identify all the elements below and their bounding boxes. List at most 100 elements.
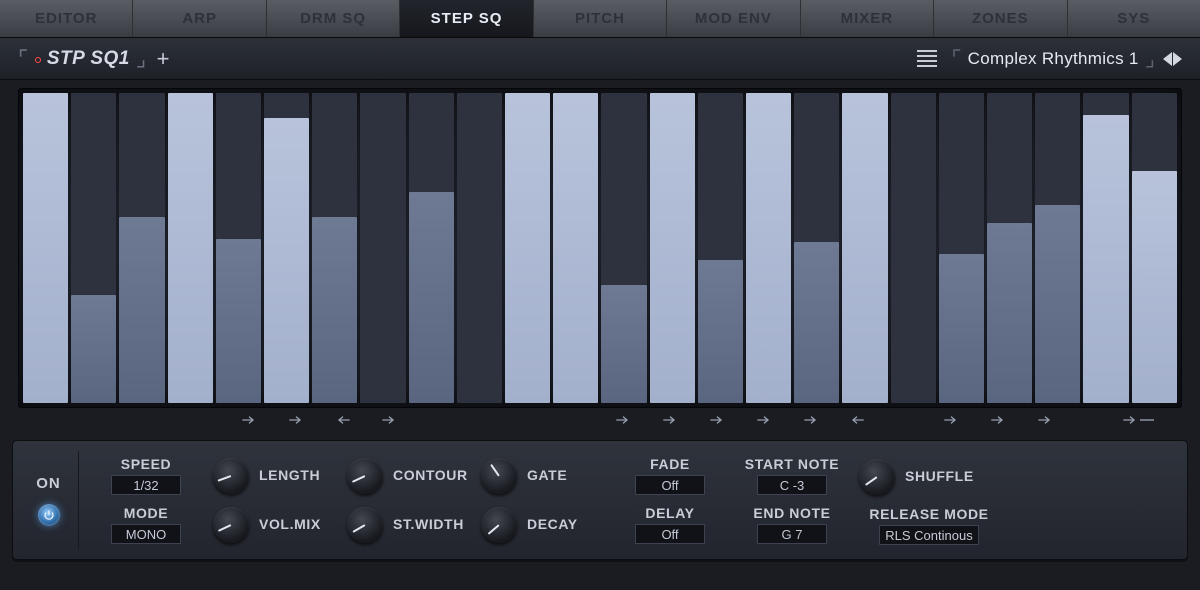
startnote-value[interactable]: C -3 [757, 475, 827, 495]
speed-value[interactable]: 1/32 [111, 475, 181, 495]
record-indicator-icon [35, 57, 41, 63]
step-17[interactable] [794, 93, 839, 403]
step-13[interactable] [601, 93, 646, 403]
add-module-button[interactable]: + [157, 46, 170, 72]
step-21[interactable] [987, 93, 1032, 403]
step-dir-14[interactable] [648, 410, 692, 430]
gate-label: GATE [527, 467, 567, 483]
step-sequencer[interactable] [18, 88, 1182, 408]
step-16[interactable] [746, 93, 791, 403]
preset-selector[interactable]: ⌜ Complex Rhythmics 1 ⌟ [951, 46, 1155, 72]
fade-label: FADE [650, 456, 690, 472]
step-12[interactable] [553, 93, 598, 403]
tab-drm-sq[interactable]: DRM SQ [267, 0, 400, 37]
step-19[interactable] [891, 93, 936, 403]
step-dir-7[interactable] [321, 410, 365, 430]
length-knob[interactable] [213, 458, 249, 494]
step-dir-11 [508, 410, 552, 430]
step-dir-15[interactable] [695, 410, 739, 430]
tab-mixer[interactable]: MIXER [801, 0, 934, 37]
arrow-right-icon [1122, 414, 1138, 426]
step-18[interactable] [842, 93, 887, 403]
step-dir-20[interactable] [929, 410, 973, 430]
length-label: LENGTH [259, 467, 320, 483]
step-10[interactable] [457, 93, 502, 403]
arrow-right-icon [990, 414, 1006, 426]
delay-label: DELAY [645, 505, 694, 521]
bracket-left-icon: ⌜ [951, 46, 961, 72]
step-22[interactable] [1035, 93, 1080, 403]
shuffle-knob[interactable] [859, 459, 895, 495]
arrow-right-icon [662, 414, 678, 426]
preset-next-button[interactable] [1173, 52, 1182, 66]
volmix-knob[interactable] [213, 507, 249, 543]
stwidth-knob[interactable] [347, 507, 383, 543]
contour-knob[interactable] [347, 458, 383, 494]
step-dir-13[interactable] [602, 410, 646, 430]
step-15[interactable] [698, 93, 743, 403]
delay-value[interactable]: Off [635, 524, 705, 544]
tab-zones[interactable]: ZONES [934, 0, 1067, 37]
module-header: ⌜ STP SQ1 ⌟ + ⌜ Complex Rhythmics 1 ⌟ [0, 38, 1200, 80]
tab-arp[interactable]: ARP [133, 0, 266, 37]
step-dir-18[interactable] [836, 410, 880, 430]
volmix-label: VOL.MIX [259, 516, 321, 532]
step-20[interactable] [939, 93, 984, 403]
step-14[interactable] [650, 93, 695, 403]
step-dir-8[interactable] [368, 410, 412, 430]
release-label: RELEASE MODE [869, 506, 988, 522]
arrow-right-icon [1037, 414, 1053, 426]
stwidth-label: ST.WIDTH [393, 516, 464, 532]
bracket-right-icon: ⌟ [1145, 46, 1155, 72]
step-dir-17[interactable] [789, 410, 833, 430]
tab-editor[interactable]: EDITOR [0, 0, 133, 37]
tab-mod-env[interactable]: MOD ENV [667, 0, 800, 37]
release-value[interactable]: RLS Continous [879, 525, 979, 545]
step-dir-22[interactable] [1023, 410, 1067, 430]
step-dir-2 [87, 410, 131, 430]
tab-pitch[interactable]: PITCH [534, 0, 667, 37]
arrow-right-icon [288, 414, 304, 426]
arrow-right-icon [615, 414, 631, 426]
mode-value[interactable]: MONO [111, 524, 181, 544]
step-dir-6[interactable] [274, 410, 318, 430]
step-8[interactable] [360, 93, 405, 403]
step-11[interactable] [505, 93, 550, 403]
step-4[interactable] [168, 93, 213, 403]
step-6[interactable] [264, 93, 309, 403]
step-dir-21[interactable] [976, 410, 1020, 430]
step-dir-3 [134, 410, 178, 430]
step-23[interactable] [1083, 93, 1128, 403]
power-button[interactable] [38, 504, 60, 526]
step-2[interactable] [71, 93, 116, 403]
module-name-label: STP SQ1 [47, 48, 130, 70]
endnote-value[interactable]: G 7 [757, 524, 827, 544]
contour-label: CONTOUR [393, 467, 468, 483]
arrow-right-icon [756, 414, 772, 426]
step-3[interactable] [119, 93, 164, 403]
step-5[interactable] [216, 93, 261, 403]
preset-menu-icon[interactable] [917, 47, 937, 70]
step-direction-row [18, 408, 1182, 430]
step-9[interactable] [409, 93, 454, 403]
step-1[interactable] [23, 93, 68, 403]
step-7[interactable] [312, 93, 357, 403]
tab-sys[interactable]: SYS [1068, 0, 1200, 37]
bracket-left-icon: ⌜ [18, 46, 29, 72]
step-dir-5[interactable] [227, 410, 271, 430]
dash-icon [1140, 419, 1154, 421]
decay-knob[interactable] [481, 507, 517, 543]
startnote-label: START NOTE [745, 456, 839, 472]
gate-knob[interactable] [481, 458, 517, 494]
step-dir-16[interactable] [742, 410, 786, 430]
step-dir-24[interactable] [1116, 410, 1160, 430]
main-tabs: EDITORARPDRM SQSTEP SQPITCHMOD ENVMIXERZ… [0, 0, 1200, 38]
step-24[interactable] [1132, 93, 1177, 403]
arrow-right-icon [381, 414, 397, 426]
fade-value[interactable]: Off [635, 475, 705, 495]
module-name-selector[interactable]: ⌜ STP SQ1 ⌟ [18, 46, 147, 72]
preset-prev-button[interactable] [1163, 52, 1172, 66]
arrow-left-icon [849, 414, 865, 426]
mode-label: MODE [124, 505, 168, 521]
tab-step-sq[interactable]: STEP SQ [400, 0, 533, 37]
